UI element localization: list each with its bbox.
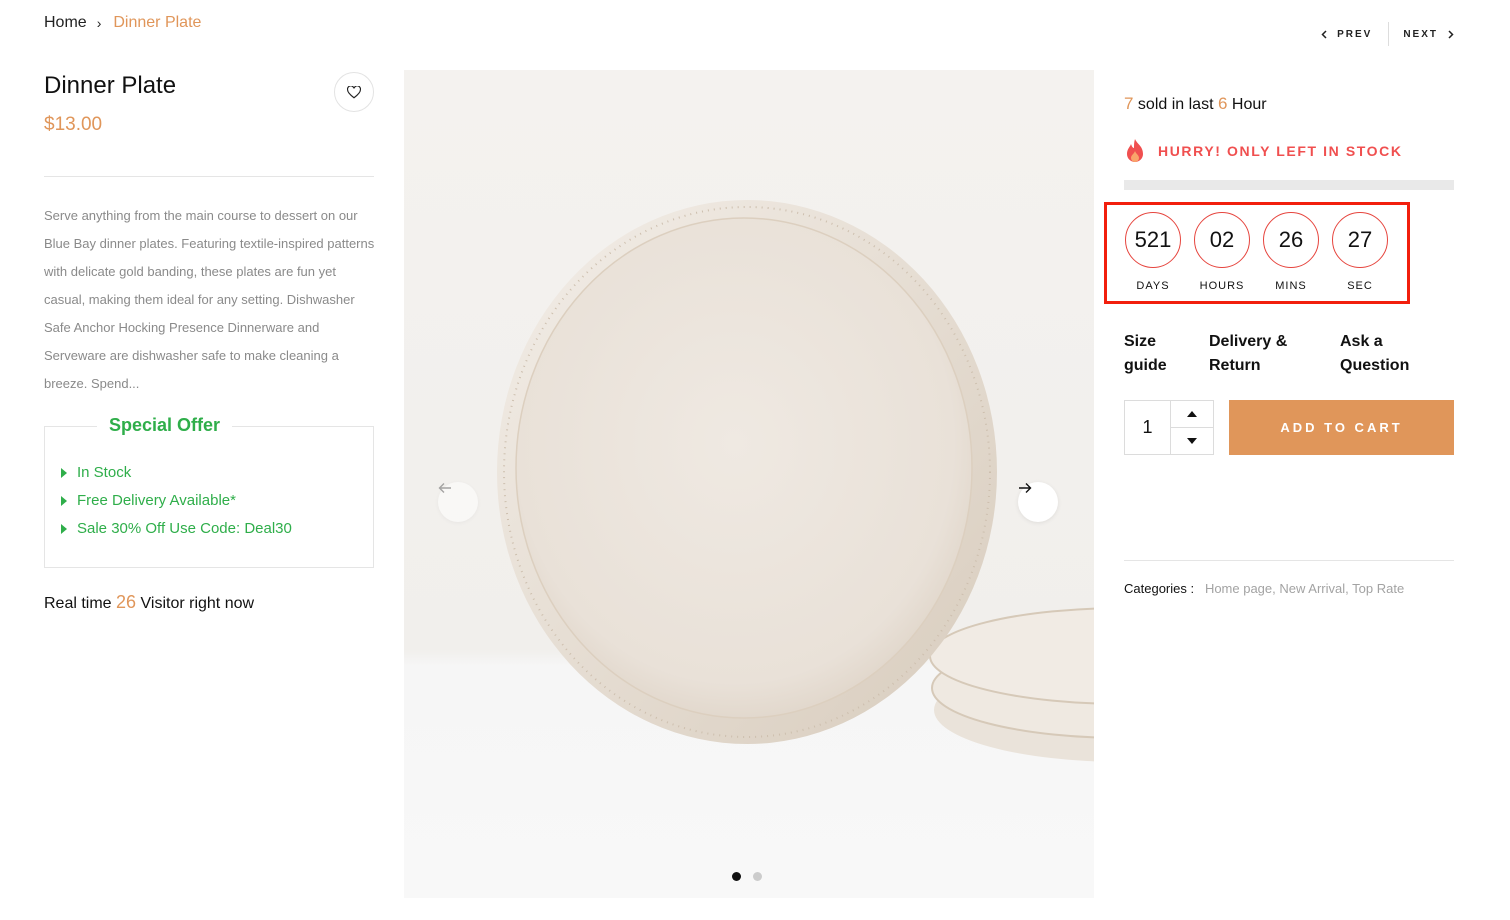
gallery-dot[interactable]: [732, 872, 741, 881]
chevron-right-icon: ›: [96, 15, 102, 31]
product-pagination: PREV NEXT: [1321, 22, 1454, 46]
divider: [1124, 560, 1454, 561]
countdown-sec: 27 SEC: [1332, 212, 1388, 292]
countdown-days: 521 DAYS: [1125, 212, 1181, 292]
quantity-decrease-button[interactable]: [1171, 428, 1213, 454]
chevron-left-icon: [1321, 29, 1327, 39]
gallery-dot[interactable]: [753, 872, 762, 881]
size-guide-line: guide: [1124, 357, 1167, 374]
product-title: Dinner Plate: [44, 72, 177, 99]
special-offer-box: Special Offer In Stock Free Delivery Ava…: [44, 415, 374, 568]
special-offer-title: Special Offer: [97, 415, 233, 436]
countdown-value: 521: [1125, 212, 1181, 268]
fire-icon: [1127, 139, 1143, 162]
triangle-bullet-icon: [61, 468, 67, 478]
product-price: $13.00: [44, 114, 103, 135]
breadcrumb-current: Dinner Plate: [113, 14, 202, 31]
sold-text: sold in last: [1137, 96, 1214, 113]
stock-alert: HURRY! ONLY LEFT IN STOCK: [1124, 138, 1403, 164]
next-product-link[interactable]: NEXT: [1403, 29, 1454, 40]
stock-progress-bar: [1124, 180, 1454, 190]
prev-product-link[interactable]: PREV: [1321, 29, 1372, 40]
countdown-hours: 02 HOURS: [1194, 212, 1250, 292]
countdown-label: DAYS: [1136, 280, 1170, 292]
countdown-label: MINS: [1275, 280, 1307, 292]
visitors-suffix: Visitor right now: [140, 595, 255, 612]
caret-up-icon: [1187, 411, 1197, 417]
info-links: Size guide Delivery & Return Ask a Quest…: [1124, 330, 1440, 378]
arrow-left-icon: [438, 483, 451, 493]
gallery-next-button[interactable]: [1018, 482, 1058, 522]
gallery-prev-button[interactable]: [438, 482, 478, 522]
ask-line: Ask a: [1340, 333, 1383, 350]
ask-line: Question: [1340, 357, 1410, 374]
product-summary: Dinner Plate $13.00 Serve anything from …: [44, 68, 374, 391]
category-link[interactable]: Top Rate: [1352, 581, 1404, 596]
countdown-timer: 521 DAYS 02 HOURS 26 MINS 27 SEC: [1104, 202, 1410, 304]
sold-number: 7: [1124, 94, 1134, 113]
delivery-return-link[interactable]: Delivery & Return: [1209, 330, 1340, 378]
offer-item: Free Delivery Available*: [61, 487, 292, 515]
divider: [44, 176, 374, 177]
pagination-divider: [1388, 22, 1390, 46]
product-categories: Categories : Home page, New Arrival, Top…: [1124, 581, 1404, 596]
visitors-prefix: Real time: [44, 595, 112, 612]
category-link[interactable]: Home page,: [1205, 581, 1276, 596]
countdown-label: HOURS: [1199, 280, 1245, 292]
quantity-input[interactable]: 1: [1125, 401, 1171, 454]
heart-icon: [347, 85, 361, 98]
wishlist-button[interactable]: [334, 72, 374, 112]
sold-unit: Hour: [1231, 96, 1267, 113]
countdown-value: 27: [1332, 212, 1388, 268]
offer-item: In Stock: [61, 459, 292, 487]
quantity-stepper: 1: [1124, 400, 1214, 455]
offer-item-text: In Stock: [77, 464, 132, 481]
add-to-cart-button[interactable]: ADD TO CART: [1229, 400, 1454, 455]
product-description: Serve anything from the main course to d…: [44, 208, 375, 391]
visitors-count: 26: [116, 592, 137, 612]
gallery-dots: [732, 872, 762, 881]
caret-down-icon: [1187, 438, 1197, 444]
prev-label: PREV: [1337, 28, 1373, 40]
delivery-line: Return: [1209, 357, 1261, 374]
quantity-increase-button[interactable]: [1171, 401, 1213, 428]
arrow-right-icon: [1019, 483, 1032, 493]
size-guide-line: Size: [1124, 333, 1157, 350]
countdown-value: 26: [1263, 212, 1319, 268]
delivery-line: Delivery &: [1209, 333, 1288, 350]
next-label: NEXT: [1403, 28, 1438, 40]
chevron-right-icon: [1448, 29, 1454, 39]
ask-question-link[interactable]: Ask a Question: [1340, 330, 1440, 378]
categories-label: Categories :: [1124, 581, 1195, 596]
triangle-bullet-icon: [61, 496, 67, 506]
breadcrumb: Home › Dinner Plate: [44, 14, 201, 32]
product-gallery[interactable]: [404, 70, 1094, 898]
triangle-bullet-icon: [61, 524, 67, 534]
offer-item: Sale 30% Off Use Code: Deal30: [61, 515, 292, 543]
sold-count: 7 sold in last 6 Hour: [1124, 94, 1267, 114]
breadcrumb-home-link[interactable]: Home: [44, 14, 87, 32]
stock-alert-text: HURRY! ONLY LEFT IN STOCK: [1158, 143, 1403, 159]
size-guide-link[interactable]: Size guide: [1124, 330, 1209, 378]
offer-item-text: Free Delivery Available*: [77, 492, 236, 509]
countdown-mins: 26 MINS: [1263, 212, 1319, 292]
offer-item-text: Sale 30% Off Use Code: Deal30: [77, 520, 292, 537]
countdown-value: 02: [1194, 212, 1250, 268]
category-link[interactable]: New Arrival,: [1279, 581, 1348, 596]
countdown-label: SEC: [1347, 280, 1373, 292]
sold-hours: 6: [1217, 94, 1228, 113]
realtime-visitors: Real time 26 Visitor right now: [44, 592, 254, 613]
offer-list: In Stock Free Delivery Available* Sale 3…: [61, 459, 292, 543]
product-image: [497, 200, 1094, 762]
